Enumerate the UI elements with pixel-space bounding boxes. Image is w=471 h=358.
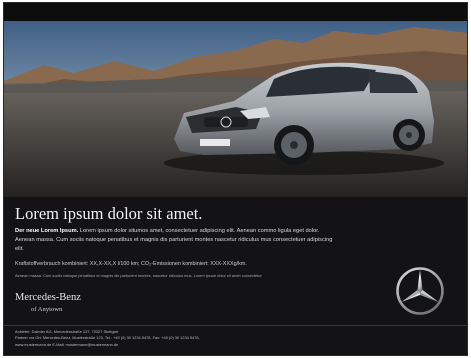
footer-contact: www.mustermann.de E-Mail: mustermann@mus… <box>15 341 119 347</box>
headline: Lorem ipsum dolor sit amet. <box>15 204 203 223</box>
advertisement: Lorem ipsum dolor sit amet. Der neue Lor… <box>3 2 468 356</box>
body-lead: Der neue Lorem Ipsum. <box>15 228 79 234</box>
fuel-consumption-note: Kraftstoffverbrauch kombiniert: XX,X-XX,… <box>15 261 247 267</box>
footer-divider <box>4 325 467 326</box>
fine-print: Aenean massa. Cum sociis natoque penatib… <box>15 273 262 278</box>
body-copy: Der neue Lorem Ipsum. Lorem ipsum dolor … <box>15 227 335 253</box>
dealer-name: of Anytown <box>31 306 63 313</box>
top-bar <box>4 3 467 21</box>
hero-image <box>4 21 467 197</box>
brand-name: Mercedes-Benz <box>15 292 81 303</box>
three-pointed-star-icon <box>396 267 444 315</box>
legal-footer: Anbieter: Daimler AG, Mercedesstraße 137… <box>15 329 455 348</box>
car-photo <box>4 21 467 197</box>
